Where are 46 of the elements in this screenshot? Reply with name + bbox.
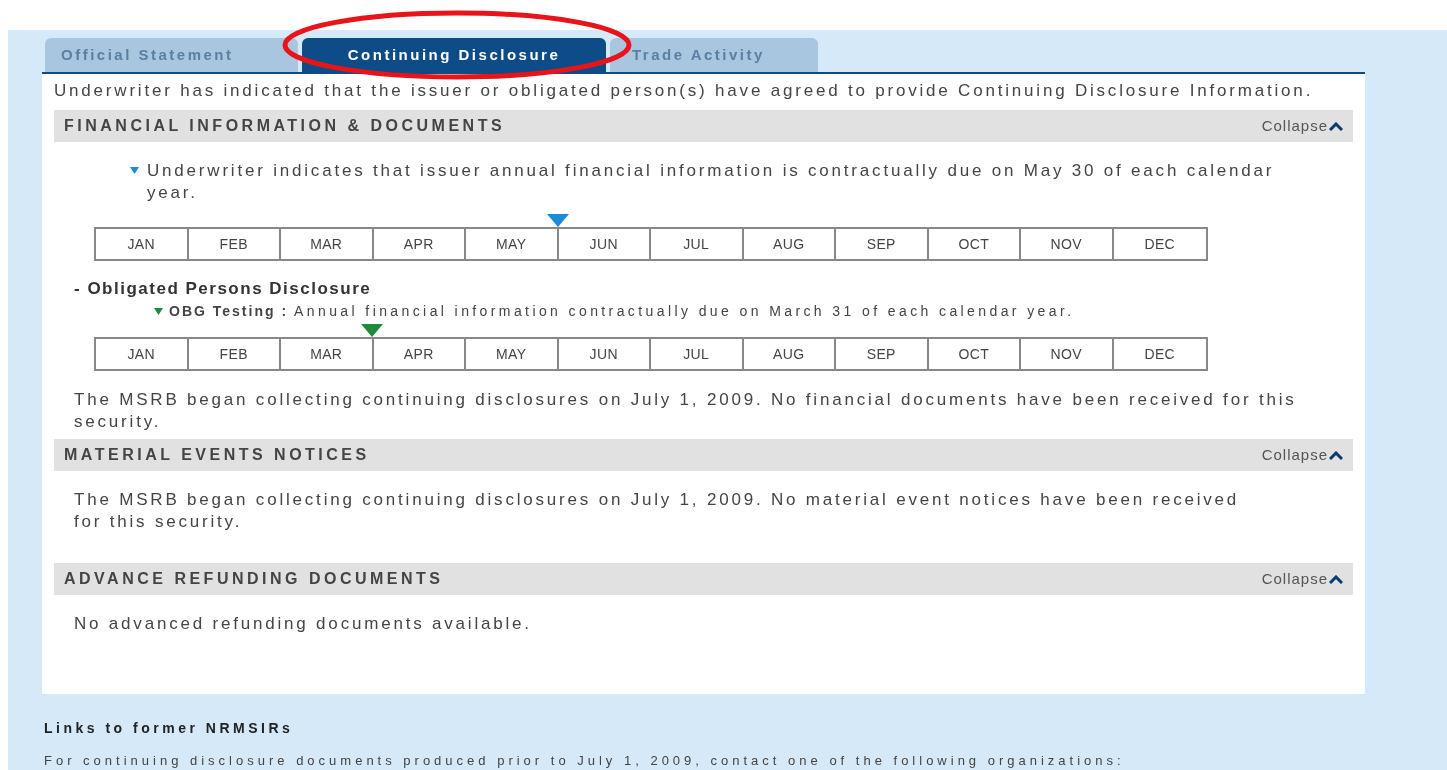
- month-cell: AUG: [743, 339, 836, 369]
- month-cell: JAN: [96, 229, 189, 259]
- chevron-up-icon: [1329, 121, 1343, 131]
- month-cell: JUL: [651, 339, 744, 369]
- chevron-up-icon: [1329, 574, 1343, 584]
- month-cell: SEP: [836, 339, 929, 369]
- section-text: The MSRB began collecting continuing disclosures on July 1, 2009. No material event notices have been received for this security.: [74, 489, 1241, 533]
- month-cell-text: DEC: [1143, 344, 1177, 364]
- triangle-bullet-icon: [154, 308, 163, 315]
- obligor-note: Annual financial information contractually due on March 31 of each calendar year.: [294, 302, 1075, 321]
- obligor-name: OBG Testing :: [169, 302, 289, 321]
- month-cell: JUN: [558, 339, 651, 369]
- collapse-link[interactable]: Collapse: [1261, 443, 1343, 467]
- due-note: Underwriter indicates that issuer annual financial information is contractually due on May 30 of each calendar year.: [147, 160, 1276, 204]
- month-cell: MAY: [466, 229, 559, 259]
- collapse-link[interactable]: Collapse: [1261, 567, 1343, 591]
- month-cell: NOV: [1021, 229, 1114, 259]
- section-title: MATERIAL EVENTS NOTICES: [64, 445, 370, 465]
- month-cell: AUG: [743, 229, 836, 259]
- section-text: The MSRB began collecting continuing disclosures on July 1, 2009. No financial documents have been received for this security.: [74, 389, 1298, 433]
- month-cell: JAN: [96, 339, 189, 369]
- links-note: For continuing disclosure documents produced prior to July 1, 2009, contact one of the following organizations:: [44, 751, 1126, 770]
- month-cell: JUL: [651, 229, 744, 259]
- chevron-up-icon: [1329, 450, 1343, 460]
- month-cell: APR: [373, 339, 466, 369]
- triangle-bullet-icon: [130, 167, 139, 174]
- section-text: No advanced refunding documents available.: [74, 613, 533, 635]
- month-cell: APR: [373, 229, 466, 259]
- tab[interactable]: Continuing Disclosure: [302, 38, 606, 72]
- section-title: FINANCIAL INFORMATION & DOCUMENTS: [64, 116, 506, 136]
- obligated-heading: - Obligated Persons Disclosure: [74, 279, 373, 299]
- month-cell: NOV: [1021, 339, 1114, 369]
- month-cell: SEP: [836, 229, 929, 259]
- month-cell: MAR: [281, 339, 374, 369]
- month-cell: OCT: [928, 339, 1021, 369]
- month-cell-text: DEC: [1143, 234, 1177, 254]
- section-title: ADVANCE REFUNDING DOCUMENTS: [64, 569, 444, 589]
- month-cell: FEB: [188, 339, 281, 369]
- links-heading: Links to former NRMSIRs: [44, 718, 295, 738]
- month-cell: MAR: [281, 229, 374, 259]
- month-cell: JUN: [558, 229, 651, 259]
- intro-text: Underwriter has indicated that the issuer or obligated person(s) have agreed to provide Continuing Disclosure Information.: [54, 80, 1315, 102]
- collapse-link[interactable]: Collapse: [1261, 114, 1343, 138]
- month-cell: OCT: [928, 229, 1021, 259]
- month-cell: MAY: [466, 339, 559, 369]
- month-cell: FEB: [188, 229, 281, 259]
